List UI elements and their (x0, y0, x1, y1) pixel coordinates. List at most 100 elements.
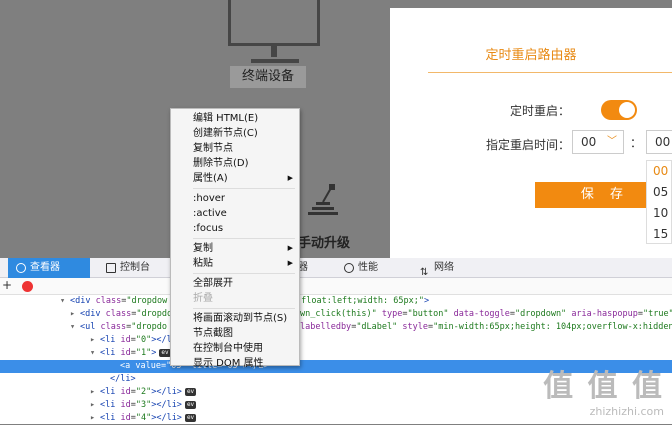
minute-dropdown-list: 00 05 10 15 (646, 160, 672, 244)
minute-option[interactable]: 05 (647, 182, 671, 203)
markup-text: <li id="3"></li> (100, 400, 182, 410)
minute-select[interactable]: 00 (646, 130, 672, 154)
context-menu-item[interactable]: 将画面滚动到节点(S) (171, 311, 299, 326)
tab-inspector[interactable]: 查看器 (8, 258, 90, 278)
menu-item-label: :focus (193, 223, 224, 234)
menu-item-label: 编辑 HTML(E) (193, 113, 259, 124)
context-menu-item[interactable]: 粘贴 ▶ (171, 256, 299, 271)
menu-item-label: 显示 DOM 属性 (193, 358, 264, 369)
context-menu-item[interactable]: 在控制台中使用 (171, 341, 299, 356)
expand-toggle-icon[interactable]: ▾ (90, 347, 100, 360)
context-menu-item[interactable]: 创建新节点(C) (171, 126, 299, 141)
markup-line[interactable]: ▸<li id="0"></li>ev (0, 334, 672, 347)
watermark: 值 值 值 zhizhizhi.com (543, 361, 664, 418)
menu-item-label: :active (193, 208, 227, 219)
upgrade-label[interactable]: 手动升级 (298, 232, 350, 251)
menu-separator (193, 308, 295, 309)
markup-line[interactable]: ▾ <li id="1"> ev (0, 347, 672, 360)
tab-console[interactable]: 控制台 (98, 258, 174, 278)
event-badge[interactable]: ev (184, 387, 197, 396)
menu-separator (193, 273, 295, 274)
minute-value: 00 (655, 135, 671, 149)
menu-item-label: 属性(A) (193, 173, 228, 184)
network-icon: ⇅ (420, 267, 429, 278)
device-label[interactable]: 终端设备 (230, 66, 306, 88)
monitor-icon (228, 0, 320, 63)
minute-option[interactable]: 00 (647, 161, 671, 182)
event-badge[interactable]: ev (184, 413, 197, 422)
submenu-arrow-icon: ▶ (287, 244, 293, 252)
minute-option[interactable]: 15 (647, 224, 671, 245)
expand-toggle-icon[interactable]: ▾ (70, 321, 80, 334)
context-menu-item[interactable]: 全部展开 (171, 276, 299, 291)
menu-item-label: :hover (193, 193, 226, 204)
inspector-icon (16, 263, 26, 273)
submenu-arrow-icon: ▶ (287, 259, 293, 267)
panel-title: 定时重启路由器 (485, 48, 577, 63)
menu-separator (193, 188, 295, 189)
expand-toggle-icon[interactable]: ▸ (70, 308, 80, 321)
schedule-reboot-panel: 定时重启路由器 定时重启： 指定重启时间： 00 ﹀ ： 00 保 存 (390, 8, 672, 258)
markup-text: <div class="dropdo (80, 309, 173, 319)
context-menu-item[interactable]: 属性(A) ▶ (171, 171, 299, 186)
menu-item-label: 复制节点 (193, 143, 233, 154)
expand-toggle-icon[interactable]: ▸ (90, 334, 100, 347)
menu-separator (193, 238, 295, 239)
tab-performance[interactable]: 性能 (336, 258, 402, 278)
context-menu-item: 折叠 (171, 291, 299, 306)
minute-option[interactable]: 10 (647, 203, 671, 224)
tab-network[interactable]: ⇅ 网络 (412, 258, 478, 278)
reboot-label: 定时重启： (510, 104, 571, 118)
time-label: 指定重启时间： (486, 138, 571, 152)
markup-text: <div class="dropdow (70, 296, 168, 306)
markup-line[interactable]: ▸ <div class="dropdo wn_click(this)" type=… (0, 308, 672, 321)
menu-item-label: 节点截图 (193, 328, 233, 339)
markup-text: <li id="1"> (100, 348, 157, 358)
markup-text: </li> (110, 374, 136, 384)
markup-text-tail: "float:left;width: 65px;"> (296, 296, 430, 306)
menu-item-label: 粘贴 (193, 258, 213, 269)
context-menu-item[interactable]: 编辑 HTML(E) (171, 111, 299, 126)
markup-text: <li id="4"></li> (100, 413, 182, 423)
inspector-toolbar: + (0, 278, 672, 295)
upgrade-icon (308, 184, 338, 215)
context-menu-item[interactable]: 节点截图 (171, 326, 299, 341)
watermark-logo: 值 值 值 (543, 369, 664, 404)
markup-text-tail: wn_click(this)" type="button" data-toggl… (300, 309, 672, 319)
context-menu-item[interactable]: :focus (171, 221, 299, 236)
context-menu-item[interactable]: 显示 DOM 属性 (171, 356, 299, 371)
context-menu-item[interactable]: 复制节点 (171, 141, 299, 156)
markup-line[interactable]: ▾ <ul class="dropdo labelledby="dLabel" st… (0, 321, 672, 334)
expand-toggle-icon[interactable]: ▾ (60, 295, 70, 308)
event-badge[interactable]: ev (159, 348, 171, 357)
reboot-toggle[interactable] (601, 100, 637, 120)
performance-icon (344, 263, 354, 273)
expand-toggle-icon[interactable]: ▸ (90, 399, 100, 412)
context-menu-item[interactable]: 复制 ▶ (171, 241, 299, 256)
hour-select[interactable]: 00 ﹀ (572, 130, 624, 154)
markup-text: <ul class="dropdo (80, 322, 168, 332)
context-menu-item[interactable]: :active (171, 206, 299, 221)
pick-element-icon[interactable] (22, 281, 33, 292)
menu-item-label: 创建新节点(C) (193, 128, 258, 139)
menu-item-label: 在控制台中使用 (193, 343, 263, 354)
markup-text-tail: labelledby="dLabel" style="min-width:65p… (300, 322, 672, 332)
context-menu-item[interactable]: 删除节点(D) (171, 156, 299, 171)
expand-toggle-icon[interactable]: ▸ (90, 412, 100, 425)
hour-value: 00 (581, 135, 597, 149)
menu-item-label: 折叠 (193, 293, 213, 304)
chevron-down-icon: ﹀ (607, 136, 617, 147)
title-divider (428, 72, 672, 73)
event-badge[interactable]: ev (184, 400, 197, 409)
watermark-url: zhizhizhi.com (589, 405, 664, 418)
menu-item-label: 将画面滚动到节点(S) (193, 313, 288, 324)
devtools-tabbar: 查看器 控制台 器 性能 ⇅ 网络 (0, 258, 672, 278)
add-node-icon[interactable]: + (2, 278, 12, 292)
markup-text: <li id="2"></li> (100, 387, 182, 397)
menu-item-label: 复制 (193, 243, 213, 254)
expand-toggle-icon[interactable]: ▸ (90, 386, 100, 399)
context-menu-item[interactable]: :hover (171, 191, 299, 206)
submenu-arrow-icon: ▶ (287, 174, 293, 182)
menu-item-label: 删除节点(D) (193, 158, 249, 169)
markup-line[interactable]: ▾ <div class="dropdow "float:left;width: 6… (0, 295, 672, 308)
